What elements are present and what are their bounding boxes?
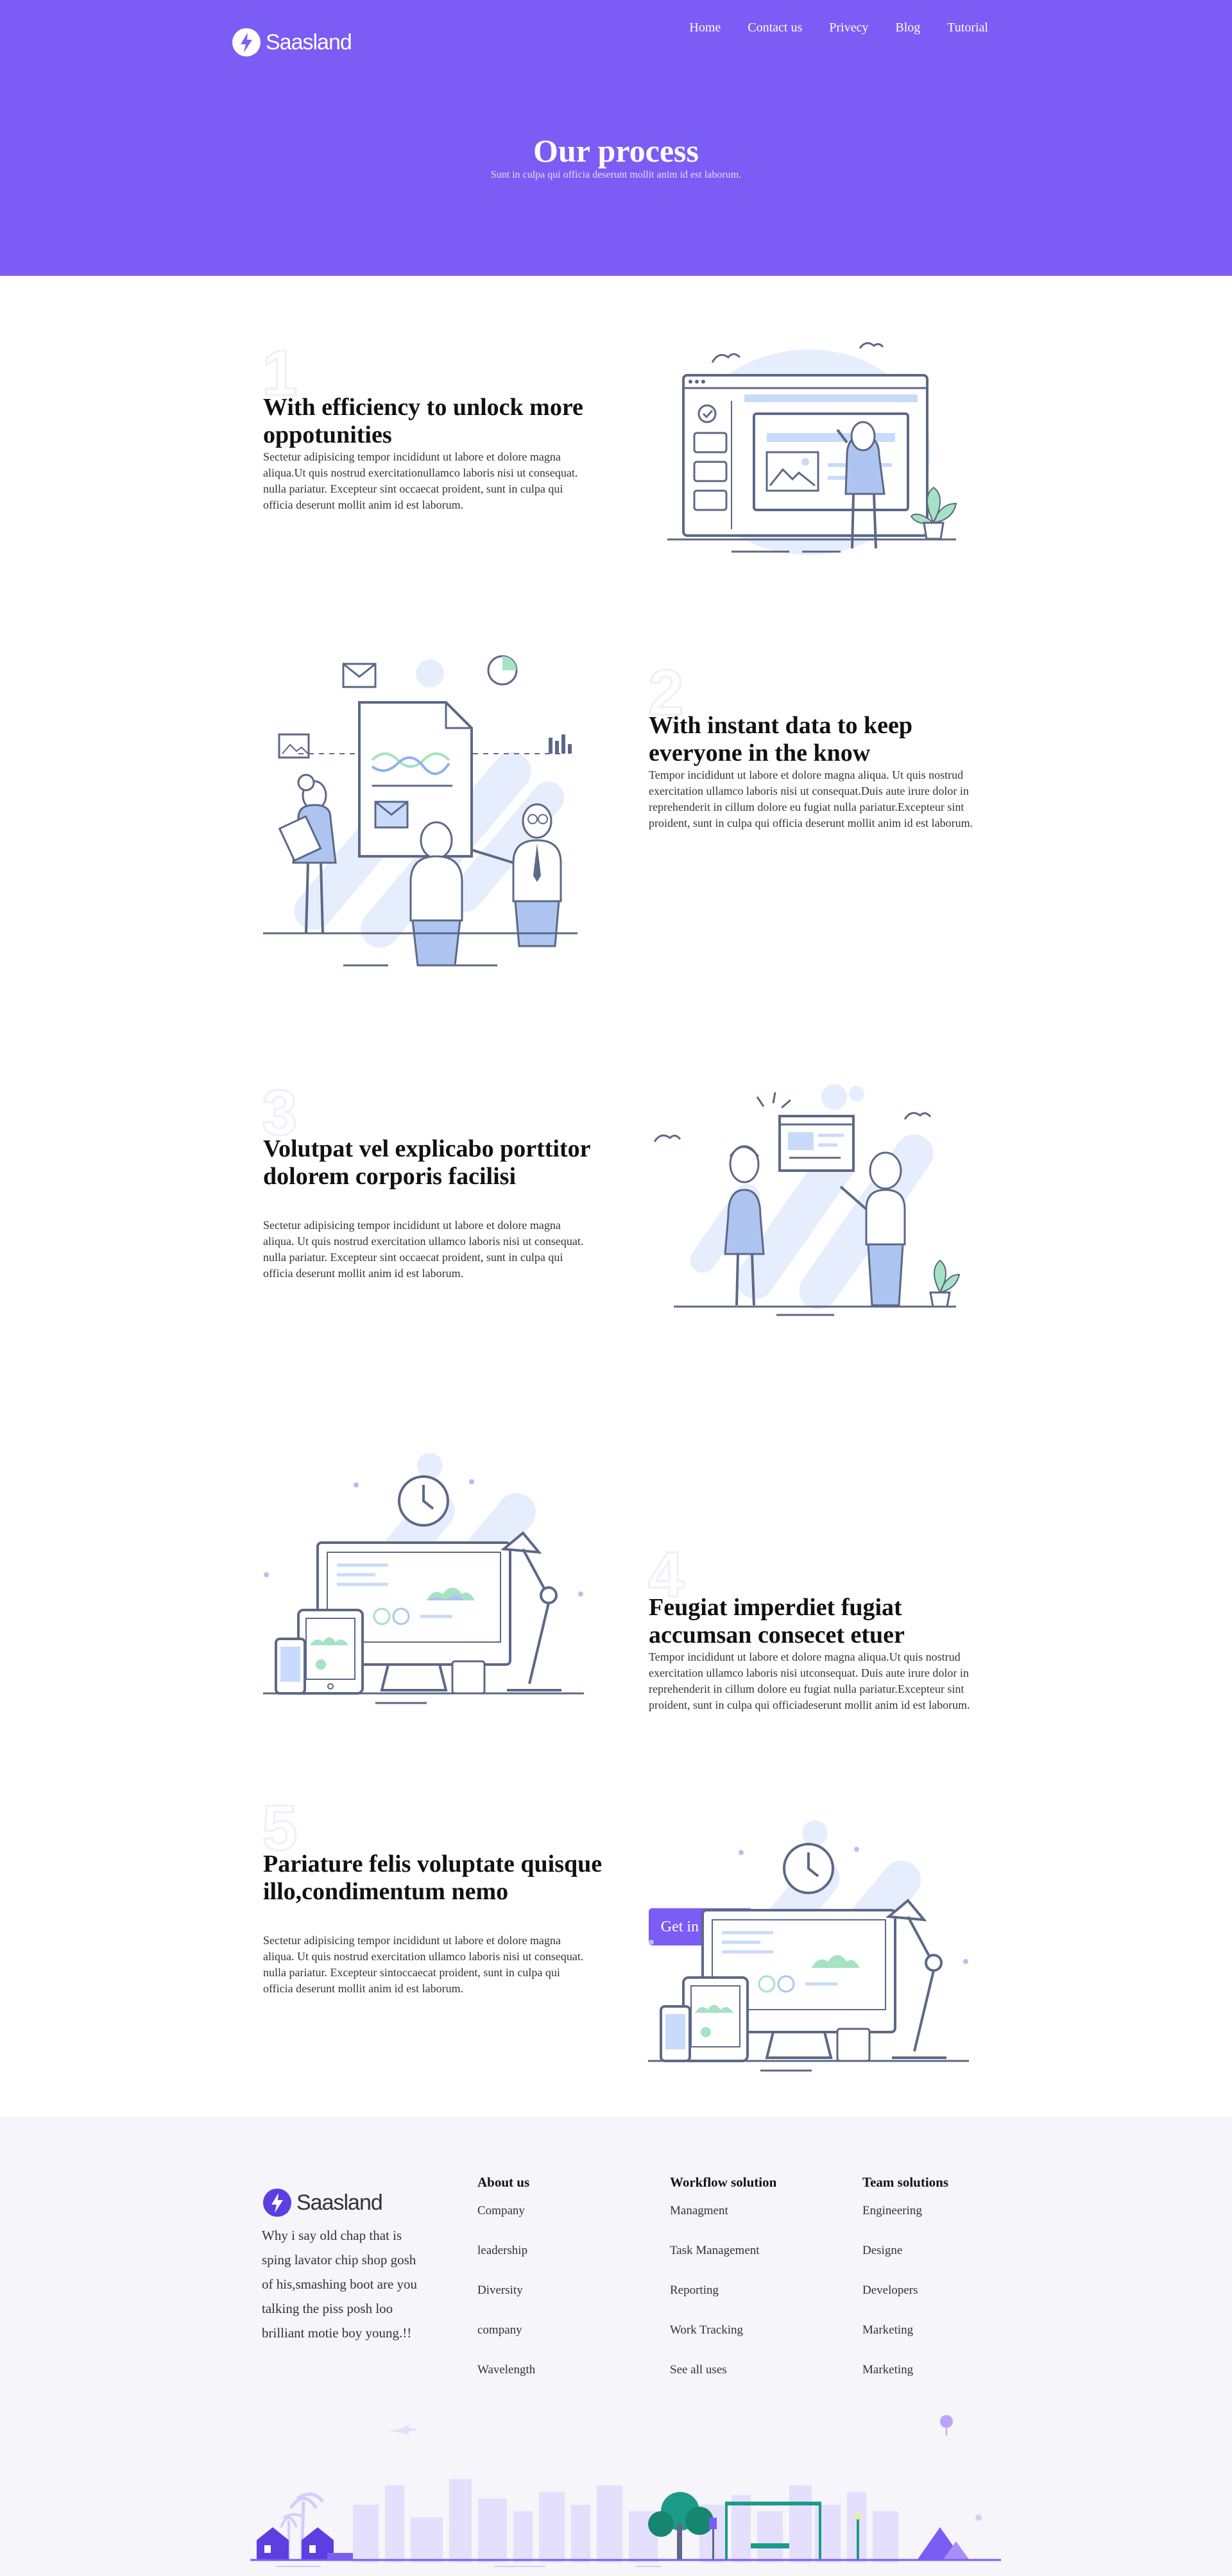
bolt-logo-icon bbox=[263, 2189, 291, 2217]
footer-link[interactable]: Designe bbox=[862, 2244, 902, 2258]
footer-brand-logo[interactable]: Saasland bbox=[262, 2187, 383, 2218]
footer-link[interactable]: Work Tracking bbox=[670, 2323, 743, 2337]
step-title: Feugiat imperdiet fugiat accumsan consec… bbox=[649, 1594, 905, 1648]
step-1-illustration bbox=[667, 342, 957, 555]
nav-home[interactable]: Home bbox=[689, 21, 721, 35]
footer-col-team-title: Team solutions bbox=[862, 2174, 949, 2190]
footer-link[interactable]: Task Management bbox=[670, 2244, 760, 2258]
footer-link[interactable]: Marketing bbox=[862, 2323, 913, 2337]
footer-link[interactable]: company bbox=[477, 2323, 522, 2337]
nav-blog[interactable]: Blog bbox=[895, 21, 920, 35]
step-title: Pariature felis voluptate quisque illo,c… bbox=[263, 1851, 603, 1905]
step-title: With efficiency to unlock more oppotunit… bbox=[263, 394, 583, 448]
footer-link[interactable]: Engineering bbox=[862, 2204, 922, 2218]
main-menu: Home Contact us Privecy Blog Tutorial bbox=[662, 21, 988, 35]
footer-about-text: Why i say old chap that is sping lavator… bbox=[262, 2228, 418, 2341]
page-subtitle: Sunt in culpa qui officia deserunt molli… bbox=[490, 169, 742, 180]
site-footer: Saasland Why i say old chap that is spin… bbox=[0, 2117, 1232, 2576]
footer-link[interactable]: Developers bbox=[862, 2284, 918, 2298]
footer-link[interactable]: Marketing bbox=[862, 2363, 913, 2377]
footer-city-illustration bbox=[250, 2415, 1001, 2567]
footer-brand-name: Saasland bbox=[296, 2190, 383, 2215]
nav-tutorial[interactable]: Tutorial bbox=[947, 21, 988, 35]
step-5-illustration bbox=[648, 1820, 969, 2072]
footer-link[interactable]: Reporting bbox=[670, 2284, 719, 2298]
brand-logo[interactable]: Saasland bbox=[231, 27, 352, 58]
process-section: 1 With efficiency to unlock more oppotun… bbox=[0, 276, 1232, 2117]
footer-link[interactable]: Company bbox=[477, 2204, 525, 2218]
brand-name: Saasland bbox=[266, 30, 352, 55]
hero-header: Saasland Home Contact us Privecy Blog Tu… bbox=[0, 0, 1232, 276]
page-title: Our process bbox=[533, 133, 699, 169]
step-text: Sectetur adipisicing tempor incididunt u… bbox=[263, 1934, 584, 1995]
step-text: Tempor incididunt ut labore et dolore ma… bbox=[649, 1650, 970, 1711]
step-title: With instant data to keep everyone in th… bbox=[649, 712, 913, 767]
footer-link[interactable]: leadership bbox=[477, 2244, 527, 2258]
bolt-logo-icon bbox=[232, 28, 261, 56]
top-nav: Saasland Home Contact us Privecy Blog Tu… bbox=[0, 0, 1232, 64]
step-3-illustration bbox=[653, 1084, 961, 1316]
footer-link[interactable]: Managment bbox=[670, 2204, 728, 2218]
step-text: Tempor incididunt ut labore et dolore ma… bbox=[649, 768, 973, 829]
footer-link[interactable]: See all uses bbox=[670, 2363, 727, 2377]
step-4-illustration bbox=[263, 1453, 584, 1704]
step-text: Sectetur adipisicing tempor incididunt u… bbox=[263, 1219, 584, 1280]
step-2-illustration bbox=[263, 655, 578, 967]
footer-link[interactable]: Diversity bbox=[477, 2284, 523, 2298]
nav-privacy[interactable]: Privecy bbox=[829, 21, 868, 35]
footer-link[interactable]: Wavelength bbox=[477, 2363, 535, 2377]
step-title: Volutpat vel explicabo porttitor dolorem… bbox=[263, 1135, 590, 1190]
step-text: Sectetur adipisicing tempor incididunt u… bbox=[263, 450, 578, 511]
nav-contact[interactable]: Contact us bbox=[748, 21, 802, 35]
footer-col-workflow-title: Workflow solution bbox=[670, 2174, 777, 2190]
footer-col-about-title: About us bbox=[477, 2174, 530, 2190]
